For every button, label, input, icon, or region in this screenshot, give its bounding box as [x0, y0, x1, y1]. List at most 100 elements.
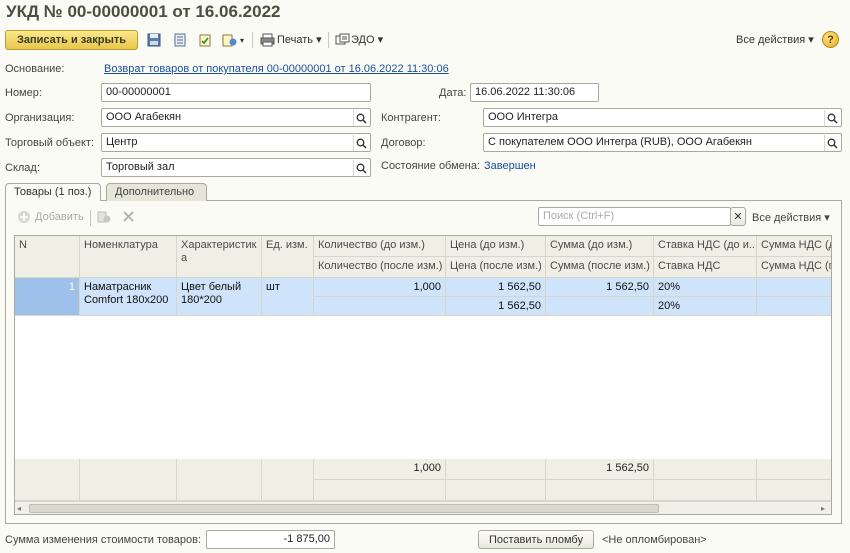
row-vat-rate-after[interactable]: 20% [654, 297, 757, 316]
search-icon[interactable] [353, 110, 369, 126]
number-label: Номер: [5, 87, 42, 99]
footer-cell [314, 480, 446, 501]
footer-cell [80, 459, 177, 501]
col-header-price-before[interactable]: Цена (до изм.) [446, 236, 546, 257]
row-characteristic[interactable]: Цвет белый 180*200 [177, 278, 262, 316]
footer-cell [757, 480, 831, 501]
create-based-icon[interactable] [221, 31, 239, 49]
add-icon [17, 210, 31, 224]
tab-additional[interactable]: Дополнительно [106, 183, 207, 201]
col-header-qty-after[interactable]: Количество (после изм.) [314, 257, 446, 278]
col-header-unit[interactable]: Ед. изм. [262, 236, 314, 278]
warehouse-label: Склад: [5, 162, 40, 174]
save-and-close-button[interactable]: Записать и закрыть [5, 30, 138, 50]
row-vat-sum-before[interactable] [757, 278, 831, 297]
search-input[interactable]: Поиск (Ctrl+F) [538, 207, 731, 226]
organization-label: Организация: [5, 112, 75, 124]
sum-change-label: Сумма изменения стоимости товаров: [5, 534, 202, 546]
row-sum-before[interactable]: 1 562,50 [546, 278, 654, 297]
organization-value: ООО Агабекян [106, 111, 182, 123]
all-actions-label: Все действия [736, 34, 806, 46]
search-icon[interactable] [824, 135, 840, 151]
col-header-n[interactable]: N [15, 236, 80, 278]
row-sum-after[interactable] [546, 297, 654, 316]
save-icon[interactable] [145, 31, 163, 49]
contract-value: С покупателем ООО Интегра (RUB), ООО Ага… [488, 136, 752, 148]
trade-object-field[interactable]: Центр [101, 133, 371, 152]
trade-object-value: Центр [106, 136, 138, 148]
footer-cell [654, 459, 757, 480]
print-menu[interactable]: Печать ▾ [277, 33, 322, 46]
delete-icon[interactable] [122, 210, 135, 226]
col-header-vat-rate[interactable]: Ставка НДС [654, 257, 757, 278]
post-document-icon[interactable] [196, 31, 214, 49]
page-title: УКД № 00-00000001 от 16.06.2022 [6, 2, 281, 21]
form-toolbar: Записать и закрыть ▾ Печать ▾ ЭДО ▾ Все … [0, 28, 850, 52]
add-button[interactable]: Добавить [35, 211, 84, 223]
col-header-characteristic[interactable]: Характеристика [177, 236, 262, 278]
footer-cell [546, 480, 654, 501]
date-label: Дата: [439, 87, 467, 99]
footer-cell [757, 459, 831, 480]
search-icon[interactable] [824, 110, 840, 126]
col-header-sum-after[interactable]: Сумма (после изм.) [546, 257, 654, 278]
table-all-actions-menu[interactable]: Все действия ▾ [752, 211, 830, 224]
scrollbar-thumb[interactable] [29, 504, 659, 513]
row-unit[interactable]: шт [262, 278, 314, 316]
edo-label: ЭДО [351, 34, 375, 46]
row-number[interactable]: 1 [15, 278, 80, 316]
col-header-nomenclature[interactable]: Номенклатура [80, 236, 177, 278]
create-based-dropdown-icon[interactable]: ▾ [240, 36, 244, 45]
row-nomenclature[interactable]: Наматрасник Comfort 180х200 [80, 278, 177, 316]
contractor-value: ООО Интегра [488, 111, 558, 123]
warehouse-field[interactable]: Торговый зал [101, 158, 371, 177]
clear-search-button[interactable]: ✕ [730, 207, 746, 226]
footer-cell [446, 480, 546, 501]
toolbar-separator [252, 32, 253, 48]
basis-link[interactable]: Возврат товаров от покупателя 00-0000000… [104, 63, 449, 75]
row-price-after[interactable]: 1 562,50 [446, 297, 546, 316]
date-field[interactable]: 16.06.2022 11:30:06 [470, 83, 599, 102]
contractor-field[interactable]: ООО Интегра [483, 108, 842, 127]
row-vat-rate-before[interactable]: 20% [654, 278, 757, 297]
col-header-vat-sum-before[interactable]: Сумма НДС (д [757, 236, 831, 257]
organization-field[interactable]: ООО Агабекян [101, 108, 371, 127]
row-qty-before[interactable]: 1,000 [314, 278, 446, 297]
copy-icon[interactable] [97, 210, 111, 227]
seal-button[interactable]: Поставить пломбу [478, 530, 594, 549]
search-icon[interactable] [353, 160, 369, 176]
scroll-right-icon[interactable]: ▸ [821, 504, 831, 514]
footer-qty-total: 1,000 [314, 459, 446, 480]
goods-table[interactable]: N Номенклатура Характеристика Ед. изм. К… [14, 235, 832, 515]
col-header-sum-before[interactable]: Сумма (до изм.) [546, 236, 654, 257]
toolbar-separator [328, 32, 329, 48]
horizontal-scrollbar[interactable]: ◂ ▸ [15, 501, 831, 514]
footer-cell [15, 459, 80, 501]
col-header-vat-rate-before[interactable]: Ставка НДС (до и... [654, 236, 757, 257]
exchange-status-value[interactable]: Завершен [484, 160, 536, 172]
sum-change-field[interactable]: -1 875,00 [206, 530, 335, 549]
col-header-qty-before[interactable]: Количество (до изм.) [314, 236, 446, 257]
footer-sum-total: 1 562,50 [546, 459, 654, 480]
printer-icon[interactable] [258, 31, 276, 49]
list-icon[interactable] [171, 31, 189, 49]
contract-field[interactable]: С покупателем ООО Интегра (RUB), ООО Ага… [483, 133, 842, 152]
row-qty-after[interactable] [314, 297, 446, 316]
footer-cell [654, 480, 757, 501]
row-price-before[interactable]: 1 562,50 [446, 278, 546, 297]
trade-object-label: Торговый объект: [5, 137, 95, 149]
edo-menu[interactable]: ЭДО ▾ [351, 33, 383, 46]
edo-icon[interactable] [333, 31, 351, 49]
number-field[interactable]: 00-00000001 [101, 83, 371, 102]
basis-label: Основание: [5, 63, 65, 75]
col-header-vat-sum-after[interactable]: Сумма НДС (п [757, 257, 831, 278]
col-header-price-after[interactable]: Цена (после изм.) [446, 257, 546, 278]
scroll-left-icon[interactable]: ◂ [17, 504, 27, 514]
tab-goods[interactable]: Товары (1 поз.) [5, 183, 101, 201]
row-vat-sum-after[interactable] [757, 297, 831, 316]
table-all-actions-label: Все действия [752, 212, 822, 224]
contractor-label: Контрагент: [381, 112, 441, 124]
help-button[interactable]: ? [822, 31, 839, 48]
all-actions-menu[interactable]: Все действия ▾ [736, 33, 814, 46]
search-icon[interactable] [353, 135, 369, 151]
